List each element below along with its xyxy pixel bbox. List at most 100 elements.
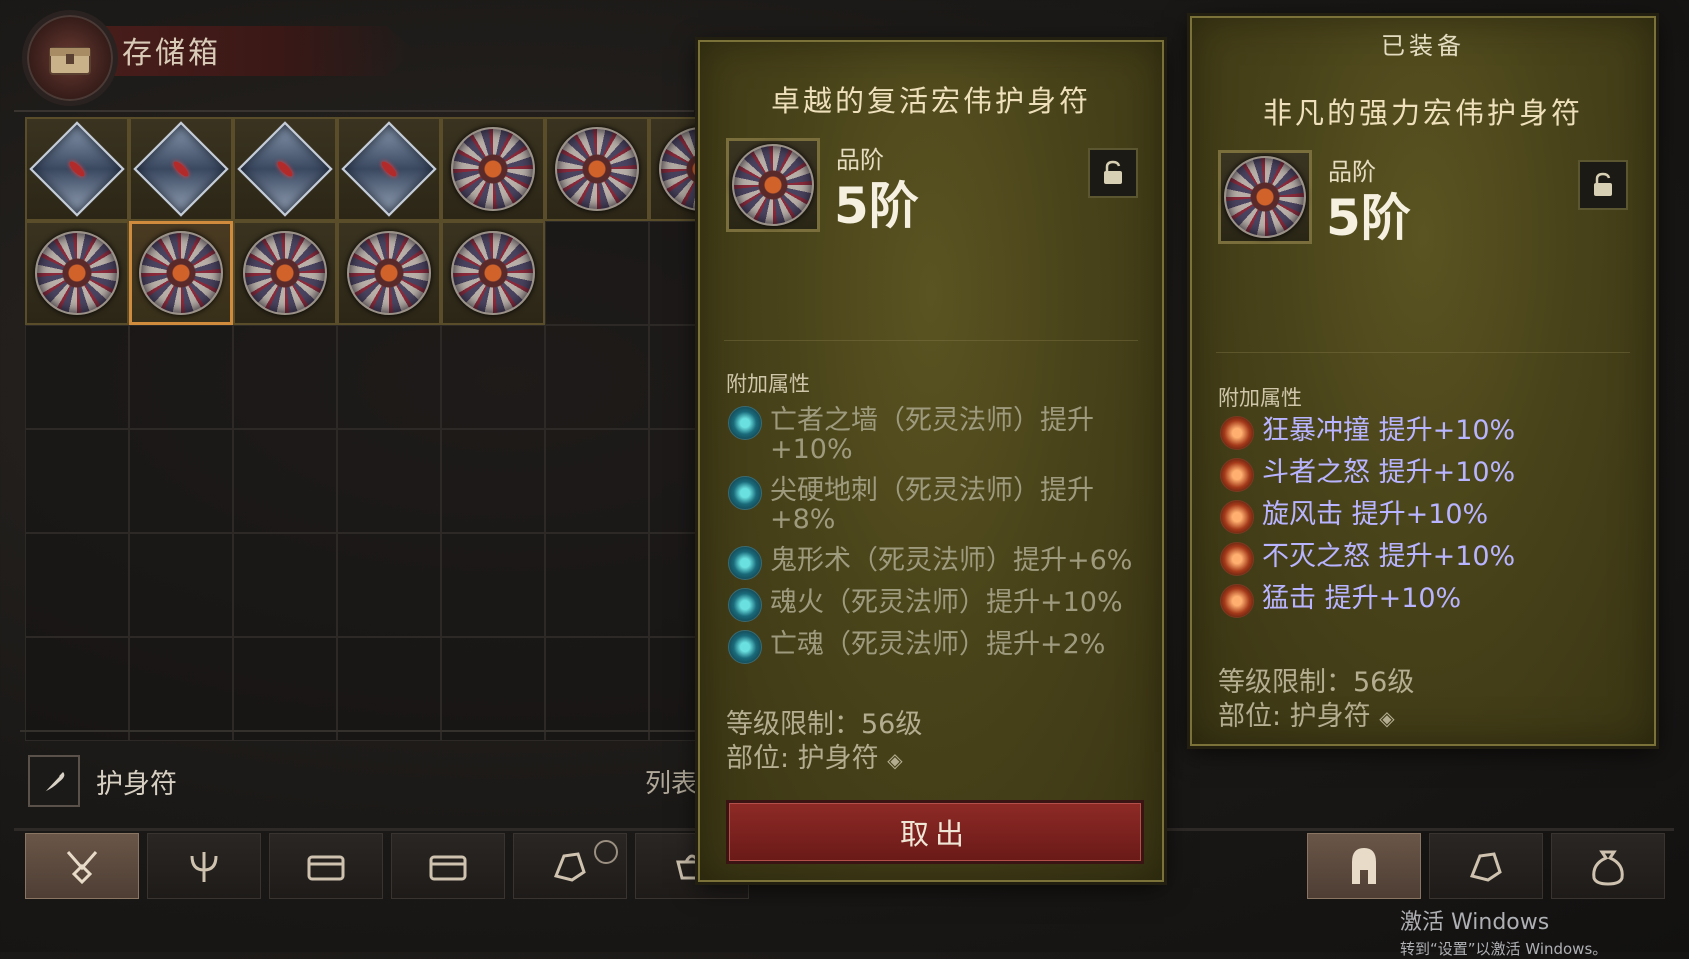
attribute-row: 斗者之怒 提升+10% — [1220, 458, 1515, 492]
amulet-tab-icon — [66, 851, 98, 885]
ore-icon — [553, 852, 586, 882]
inventory-slot[interactable] — [337, 429, 441, 533]
attribute-text: 鬼形术（死灵法师）提升+6% — [770, 545, 1133, 576]
inventory-slot[interactable] — [25, 325, 129, 429]
attribute-row: 不灭之怒 提升+10% — [1220, 542, 1515, 576]
unlock-icon[interactable] — [1088, 148, 1138, 198]
divider — [14, 110, 694, 112]
inventory-slot[interactable] — [337, 325, 441, 429]
inventory-slot[interactable] — [129, 533, 233, 637]
gem-icon — [275, 159, 295, 179]
inventory-slot[interactable] — [337, 117, 441, 221]
inventory-slot[interactable] — [545, 117, 649, 221]
rank-value: 5阶 — [834, 177, 919, 235]
pouch-icon — [1592, 850, 1624, 886]
attribute-row: 亡者之墙（死灵法师）提升+10% — [728, 406, 1128, 464]
skill-icon — [1220, 500, 1254, 534]
amulet-icon — [451, 231, 535, 315]
inventory-slot[interactable] — [25, 117, 129, 221]
amulet-icon — [243, 231, 327, 315]
attribute-row: 鬼形术（死灵法师）提升+6% — [728, 546, 1168, 580]
inventory-slot[interactable] — [337, 637, 441, 741]
tab-equipment[interactable] — [1307, 833, 1421, 899]
list-view-label[interactable]: 列表 — [645, 763, 697, 800]
clock-icon — [594, 840, 618, 864]
inventory-slot[interactable] — [441, 637, 545, 741]
skill-icon — [728, 476, 762, 510]
inventory-slot[interactable] — [129, 221, 233, 325]
feather-icon[interactable] — [28, 755, 80, 807]
watermark-line2: 转到“设置”以激活 Windows。 — [1400, 940, 1608, 958]
attributes-heading: 附加属性 — [726, 372, 810, 396]
inventory-slot[interactable] — [441, 117, 545, 221]
inventory-slot[interactable] — [545, 221, 649, 325]
page-title: 存储箱 — [122, 36, 221, 71]
attribute-text: 猛击 提升+10% — [1262, 583, 1462, 614]
chest-icon — [22, 10, 118, 106]
inventory-slot[interactable] — [233, 533, 337, 637]
item-filter[interactable]: 护身符 — [28, 754, 177, 808]
chest-icon — [429, 855, 467, 881]
inventory-slot[interactable] — [441, 325, 545, 429]
watermark-line1: 激活 Windows — [1400, 910, 1550, 935]
tab-trident[interactable] — [147, 833, 261, 899]
helmet-icon — [1352, 848, 1376, 884]
attribute-text: 亡魂（死灵法师）提升+2% — [770, 629, 1106, 660]
inventory-slot[interactable] — [233, 221, 337, 325]
take-out-button[interactable]: 取出 — [726, 800, 1144, 864]
inventory-slot[interactable] — [25, 637, 129, 741]
inventory-slot[interactable] — [129, 325, 233, 429]
attribute-text: 亡者之墙（死灵法师）提升+10% — [770, 405, 1094, 465]
item-slot: 部位: 护身符 ◈ — [726, 743, 903, 774]
unlock-icon[interactable] — [1578, 160, 1628, 210]
rank-value: 5阶 — [1326, 189, 1411, 247]
inventory-slot[interactable] — [545, 325, 649, 429]
attribute-row: 亡魂（死灵法师）提升+2% — [728, 630, 1168, 664]
chest-icon — [307, 855, 345, 881]
inventory-slot[interactable] — [233, 637, 337, 741]
inventory-slot[interactable] — [337, 533, 441, 637]
attribute-row: 猛击 提升+10% — [1220, 584, 1461, 618]
attribute-text: 旋风击 提升+10% — [1262, 499, 1489, 530]
stash-header: 存储箱 — [14, 6, 414, 106]
attribute-row: 狂暴冲撞 提升+10% — [1220, 416, 1515, 450]
gem-icon — [171, 159, 191, 179]
amulet-icon — [1224, 156, 1306, 238]
inventory-slot[interactable] — [233, 325, 337, 429]
inventory-slot[interactable] — [233, 117, 337, 221]
equipped-item-tooltip: 已装备 非凡的强力宏伟护身符 品阶 5阶 附加属性 狂暴冲撞 提升+10% 斗者… — [1190, 16, 1656, 746]
attributes-heading: 附加属性 — [1218, 386, 1302, 410]
attribute-row: 尖硬地刺（死灵法师）提升+8% — [728, 476, 1128, 534]
item-tooltip: 卓越的复活宏伟护身符 品阶 5阶 附加属性 亡者之墙（死灵法师）提升+10% 尖… — [698, 40, 1164, 882]
inventory-slot[interactable] — [545, 429, 649, 533]
attribute-row: 旋风击 提升+10% — [1220, 500, 1488, 534]
inventory-slot[interactable] — [25, 429, 129, 533]
inventory-slot[interactable] — [337, 221, 441, 325]
tab-chest-1[interactable] — [269, 833, 383, 899]
inventory-slot[interactable] — [129, 429, 233, 533]
divider — [20, 730, 700, 732]
amulet-slot-icon: ◈ — [1379, 706, 1395, 730]
divider — [724, 340, 1138, 341]
filter-label: 护身符 — [96, 768, 177, 800]
tab-chest-2[interactable] — [391, 833, 505, 899]
amulet-icon — [139, 231, 223, 315]
inventory-slot[interactable] — [129, 117, 233, 221]
inventory-slot[interactable] — [441, 533, 545, 637]
inventory-slot[interactable] — [233, 429, 337, 533]
inventory-slot[interactable] — [441, 221, 545, 325]
attribute-text: 魂火（死灵法师）提升+10% — [770, 587, 1123, 618]
skill-icon — [1220, 542, 1254, 576]
tab-materials[interactable] — [513, 833, 627, 899]
tab-pouch[interactable] — [1551, 833, 1665, 899]
inventory-slot[interactable] — [545, 637, 649, 741]
divider — [1216, 352, 1630, 353]
amulet-icon — [732, 144, 814, 226]
tab-amulets[interactable] — [25, 833, 139, 899]
inventory-slot[interactable] — [129, 637, 233, 741]
inventory-slot[interactable] — [441, 429, 545, 533]
inventory-slot[interactable] — [25, 221, 129, 325]
inventory-slot[interactable] — [545, 533, 649, 637]
inventory-slot[interactable] — [25, 533, 129, 637]
tab-materials-right[interactable] — [1429, 833, 1543, 899]
